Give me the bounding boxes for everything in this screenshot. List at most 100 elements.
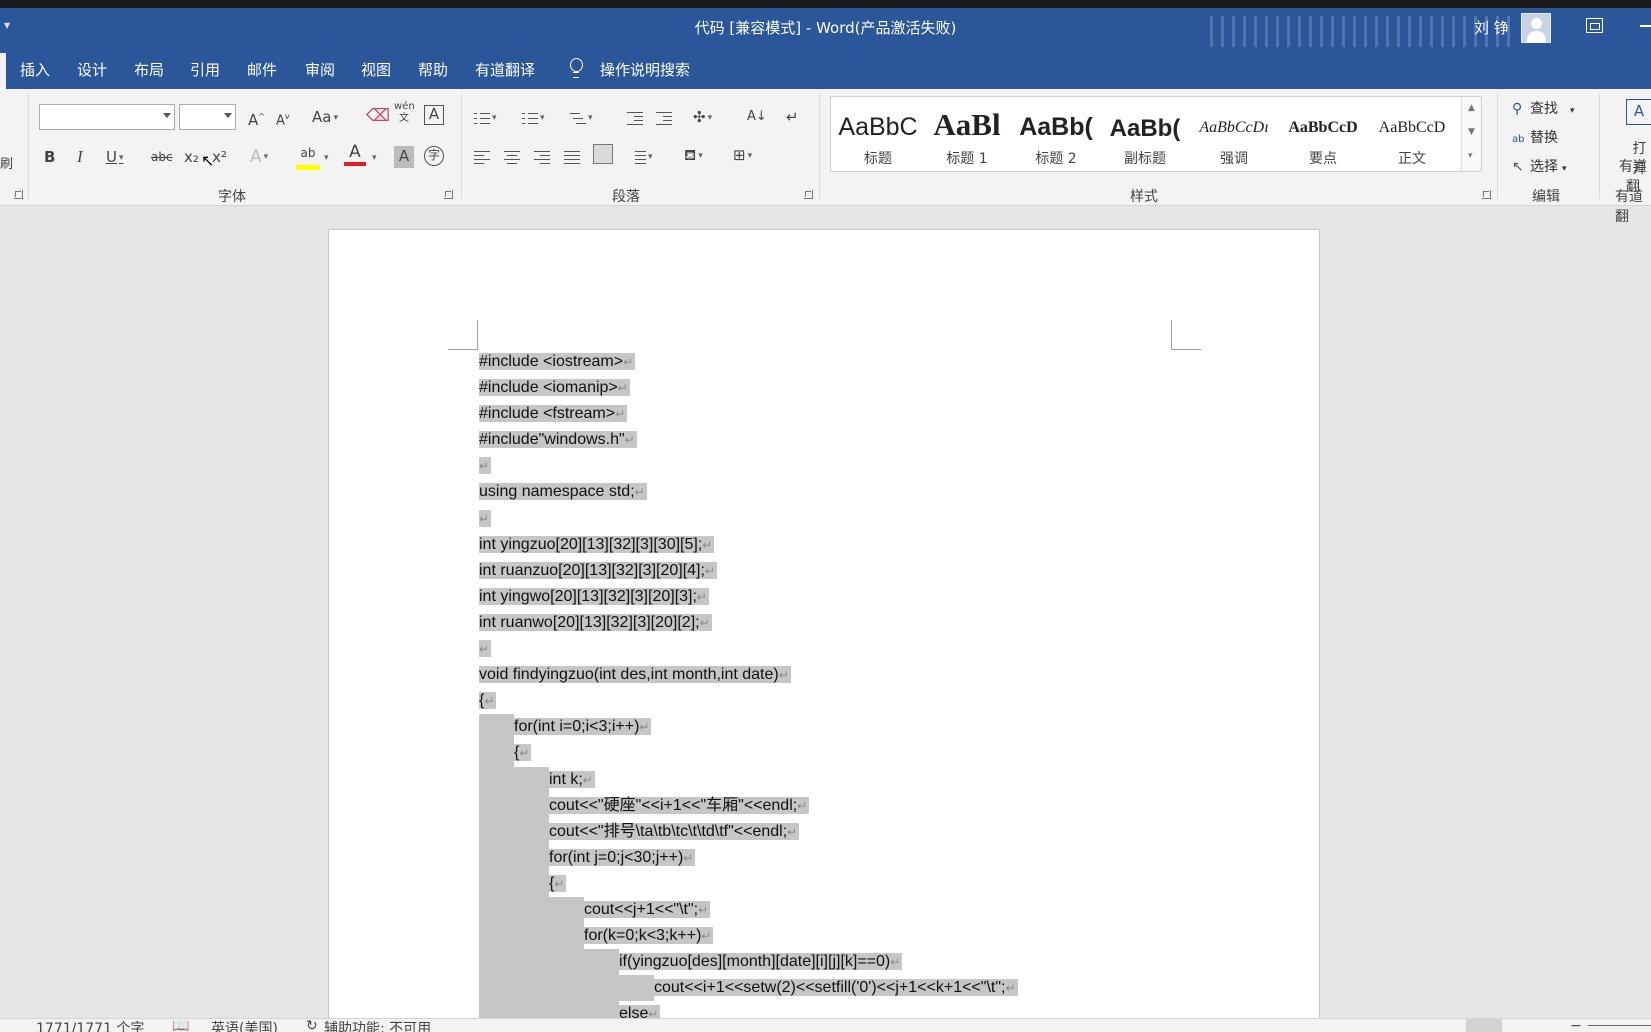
- document-line[interactable]: int ruanzuo[20][13][32][3][20][4];↵: [479, 558, 1018, 584]
- document-line[interactable]: ↵: [479, 453, 1018, 479]
- character-shading-icon[interactable]: A: [394, 146, 414, 168]
- youdao-translate-icon[interactable]: A: [1626, 99, 1651, 125]
- borders-button[interactable]: ⊞ ▾: [733, 145, 752, 167]
- bullets-button[interactable]: ▾: [474, 107, 497, 129]
- line-spacing-button[interactable]: ▾: [630, 146, 653, 168]
- word-count[interactable]: 1771/1771 个字: [36, 1019, 144, 1032]
- document-line[interactable]: int yingzuo[20][13][32][3][30][5];↵: [479, 532, 1018, 558]
- web-layout-button[interactable]: [1519, 1019, 1555, 1032]
- document-line[interactable]: ↵: [479, 636, 1018, 662]
- replace-button[interactable]: ab 替换: [1512, 127, 1558, 147]
- shading-button[interactable]: ⛾ ▾: [684, 145, 703, 167]
- character-border-icon[interactable]: A: [424, 105, 444, 125]
- distributed-align-icon[interactable]: [593, 144, 613, 164]
- show-formatting-marks-icon[interactable]: ↵: [786, 107, 799, 129]
- tell-me-search[interactable]: 操作说明搜索: [600, 59, 690, 80]
- tab-insert[interactable]: 插入: [20, 59, 50, 80]
- styles-dialog-launcher[interactable]: [1482, 190, 1491, 199]
- subscript-button[interactable]: x₂: [184, 147, 199, 169]
- align-center-button[interactable]: [504, 146, 520, 168]
- sort-button[interactable]: A↓: [747, 107, 767, 129]
- bold-button[interactable]: B: [44, 147, 55, 169]
- document-line[interactable]: #include <fstream>↵: [479, 401, 1018, 427]
- minimize-icon[interactable]: [1640, 25, 1651, 27]
- document-line[interactable]: for(int i=0;i<3;i++)↵: [479, 714, 1018, 741]
- zoom-out-button[interactable]: −: [1570, 1019, 1582, 1032]
- style-normal[interactable]: AaBbCcD 正文: [1368, 97, 1456, 171]
- tab-design[interactable]: 设计: [77, 59, 107, 80]
- document-line[interactable]: {↵: [479, 870, 1018, 897]
- grow-font-button[interactable]: A^: [248, 107, 265, 129]
- document-body[interactable]: #include <iostream>↵ #include <iomanip>↵ #…: [479, 349, 1018, 1018]
- font-size-select[interactable]: [179, 104, 236, 130]
- strikethrough-button[interactable]: abc: [151, 147, 173, 169]
- document-line[interactable]: cout<<j+1<<"\t";↵: [479, 896, 1018, 924]
- tab-review[interactable]: 审阅: [305, 59, 335, 80]
- document-line[interactable]: int ruanwo[20][13][32][3][20][2];↵: [479, 610, 1018, 636]
- scroll-down-icon[interactable]: ▼: [1468, 127, 1475, 137]
- document-line[interactable]: cout<<"硬座"<<i+1<<"车厢"<<endl;↵: [479, 792, 1018, 819]
- font-name-select[interactable]: [39, 104, 175, 130]
- tab-layout[interactable]: 布局: [134, 59, 164, 80]
- decrease-indent-button[interactable]: [627, 107, 643, 129]
- italic-button[interactable]: I: [77, 147, 83, 169]
- text-direction-button[interactable]: ✣ ▾: [693, 107, 712, 129]
- clipboard-dialog-launcher[interactable]: [14, 190, 23, 199]
- document-line[interactable]: #include"windows.h"↵: [479, 427, 1018, 453]
- user-name[interactable]: 刘 铮: [1474, 17, 1509, 38]
- read-mode-button[interactable]: [1423, 1019, 1459, 1032]
- font-color-button[interactable]: A: [344, 142, 366, 166]
- tab-youdao-translate[interactable]: 有道翻译: [475, 59, 535, 80]
- style-title[interactable]: AaBbC 标题: [834, 97, 922, 171]
- document-line[interactable]: void findyingzuo(int des,int month,int d…: [479, 662, 1018, 688]
- avatar[interactable]: [1521, 13, 1551, 43]
- proofing-icon[interactable]: 📖: [172, 1019, 189, 1032]
- find-button[interactable]: ⚲ 查找 ▾: [1512, 98, 1575, 118]
- style-strong[interactable]: AaBbCcD 要点: [1279, 97, 1367, 171]
- language-indicator[interactable]: 英语(美国): [211, 1019, 278, 1032]
- accessibility-status[interactable]: 辅助功能: 不可用: [324, 1019, 431, 1032]
- font-color-dropdown[interactable]: ▾: [370, 147, 377, 169]
- document-line[interactable]: if(yingzuo[des][month][date][i][j][k]==0…: [479, 949, 1018, 976]
- tab-references[interactable]: 引用: [190, 59, 220, 80]
- shrink-font-button[interactable]: Av: [276, 107, 290, 129]
- document-page[interactable]: #include <iostream>↵ #include <iomanip>↵ #…: [328, 229, 1320, 1019]
- style-emphasis[interactable]: AaBbCcDı 强调: [1190, 97, 1278, 171]
- multilevel-list-button[interactable]: ▾: [570, 107, 593, 129]
- tab-mailings[interactable]: 邮件: [247, 59, 277, 80]
- accessibility-icon[interactable]: ↻: [306, 1019, 318, 1032]
- document-line[interactable]: int k;↵: [479, 766, 1018, 793]
- tab-view[interactable]: 视图: [361, 59, 391, 80]
- document-line[interactable]: for(k=0;k<3;k++)↵: [479, 923, 1018, 950]
- enclose-characters-icon[interactable]: 字: [424, 146, 444, 166]
- numbering-button[interactable]: ▾: [522, 107, 545, 129]
- document-line[interactable]: ↵: [479, 506, 1018, 532]
- highlight-dropdown[interactable]: ▾: [322, 147, 329, 169]
- scroll-up-icon[interactable]: ▲: [1468, 103, 1475, 113]
- clear-formatting-icon[interactable]: ⌫: [366, 106, 390, 128]
- document-line[interactable]: int yingwo[20][13][32][3][20][3];↵: [479, 584, 1018, 610]
- document-line[interactable]: cout<<i+1<<setw(2)<<setfill('0')<<j+1<<k…: [479, 975, 1018, 1002]
- active-tab-edge[interactable]: [0, 53, 6, 89]
- print-layout-button[interactable]: [1466, 1019, 1502, 1032]
- zoom-slider[interactable]: [1588, 1025, 1651, 1026]
- text-effects-icon[interactable]: A ▾: [250, 147, 268, 169]
- document-line[interactable]: {↵: [479, 740, 1018, 767]
- paragraph-dialog-launcher[interactable]: [804, 190, 813, 199]
- format-painter-fragment[interactable]: 刷: [0, 155, 13, 177]
- underline-button[interactable]: U ▾: [106, 147, 124, 169]
- document-line[interactable]: cout<<"排号\ta\tb\tc\t\td\tf"<<endl;↵: [479, 818, 1018, 845]
- style-heading-1[interactable]: AaBl 标题 1: [923, 97, 1011, 171]
- styles-gallery-scroll[interactable]: ▲ ▼ ▾: [1461, 97, 1481, 171]
- style-subtitle[interactable]: AaBb( 副标题: [1101, 97, 1189, 171]
- highlight-color-button[interactable]: ab: [296, 143, 320, 170]
- document-line[interactable]: else↵: [479, 1001, 1018, 1018]
- tab-help[interactable]: 帮助: [418, 59, 448, 80]
- increase-indent-button[interactable]: [656, 107, 672, 129]
- style-heading-2[interactable]: AaBb( 标题 2: [1012, 97, 1100, 171]
- document-line[interactable]: using namespace std;↵: [479, 479, 1018, 505]
- font-dialog-launcher[interactable]: [444, 190, 453, 199]
- change-case-button[interactable]: Aa ▾: [312, 107, 338, 129]
- phonetic-guide-button[interactable]: wén 文: [394, 101, 415, 124]
- document-line[interactable]: #include <iostream>↵: [479, 349, 1018, 375]
